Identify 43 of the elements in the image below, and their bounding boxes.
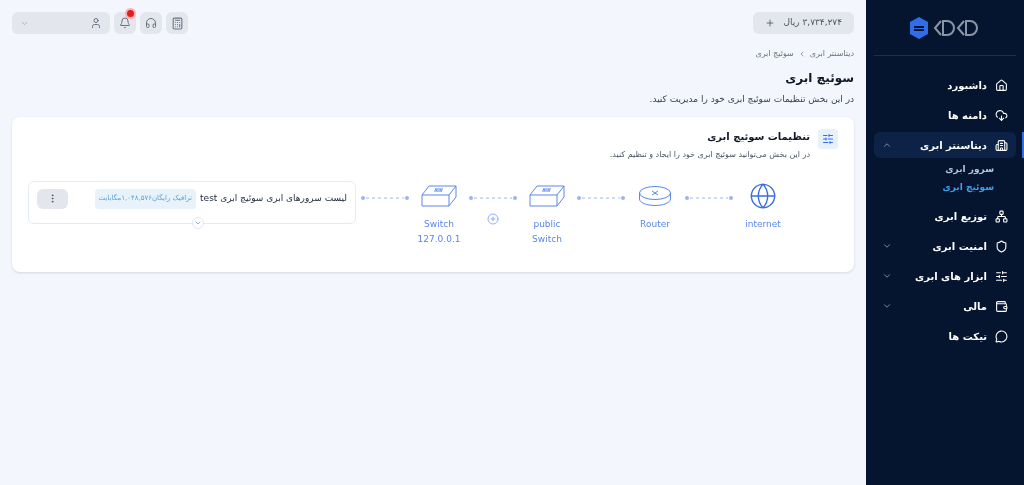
- calculator-icon: [170, 16, 184, 30]
- connector-line: [360, 194, 410, 201]
- sidebar-item[interactable]: تیکت ها: [874, 323, 1016, 349]
- node-address: 127.0.0.1: [417, 232, 461, 246]
- active-indicator: [1022, 132, 1024, 158]
- calculator-button[interactable]: [166, 12, 188, 34]
- add-icon[interactable]: [487, 212, 499, 225]
- logo-icon: [909, 15, 981, 40]
- connector-line: [576, 194, 626, 201]
- switch-icon: [529, 184, 565, 207]
- submenu-item[interactable]: سرور ابری: [866, 162, 994, 177]
- sidebar-item[interactable]: ابزار های ابری: [874, 263, 1016, 289]
- node-label: Router: [639, 217, 671, 231]
- sidebar-item[interactable]: مالی: [874, 293, 1016, 319]
- headset-icon: [145, 17, 157, 29]
- notification-button[interactable]: [114, 12, 136, 34]
- node-label: public Switch: [531, 217, 563, 246]
- expand-button[interactable]: [192, 216, 204, 229]
- switch-icon: [421, 184, 457, 207]
- support-button[interactable]: [140, 12, 162, 34]
- card-title: تنظیمات سوئیچ ابری: [706, 129, 810, 144]
- router-icon: [638, 184, 672, 207]
- page-title: سوئیچ ابری: [784, 70, 854, 87]
- sidebar-item[interactable]: دامنه ها: [874, 102, 1016, 128]
- sidebar-item[interactable]: داشبورد: [874, 72, 1016, 98]
- connector-line: [684, 194, 734, 201]
- breadcrumb-link[interactable]: دیتاسنتر ابری: [809, 48, 854, 60]
- more-button[interactable]: [37, 188, 68, 209]
- sidebar-item[interactable]: توزیع ابری: [874, 203, 1016, 229]
- server-list-title: لیست سرورهای ابری سوئیچ ابری test: [200, 191, 347, 205]
- globe-icon: [749, 181, 777, 210]
- node-label: Switch: [423, 217, 455, 231]
- breadcrumb-current: سوئیچ ابری: [755, 48, 794, 60]
- plus-icon: [765, 18, 776, 28]
- submenu-item[interactable]: سوئیچ ابری: [866, 180, 994, 195]
- bell-icon: [119, 17, 131, 29]
- page-description: در این بخش تنظیمات سوئیچ ابری خود را مدیریت کنید.: [648, 93, 854, 106]
- card-description: در این بخش می‌توانید سوئیچ ابری خود را ایجاد و تنظیم کنید.: [609, 148, 810, 161]
- sidebar-item[interactable]: امنیت ابری: [874, 233, 1016, 259]
- connector-line: [468, 194, 518, 201]
- balance-button[interactable]: ۳,۷۳۴,۲۷۴ ریال: [753, 12, 854, 34]
- user-icon: [90, 17, 102, 29]
- node-label: internet: [744, 217, 782, 231]
